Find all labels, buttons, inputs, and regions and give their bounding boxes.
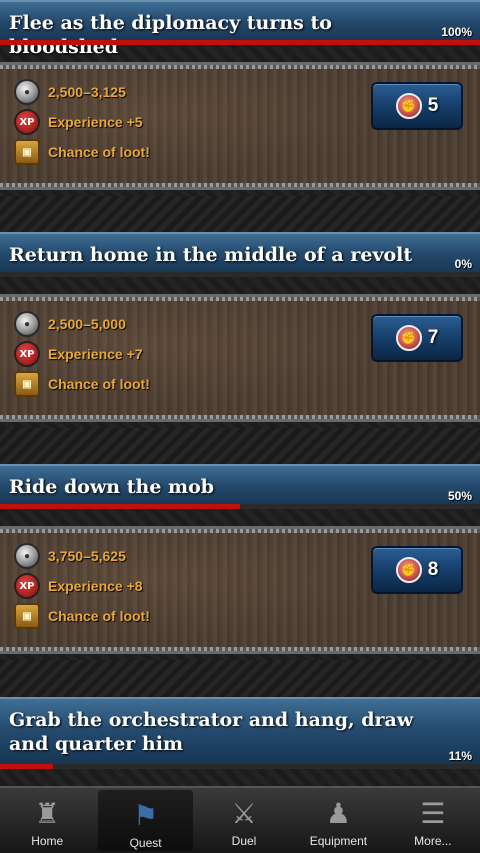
silver-reward: ● 2,500–5,000 [14, 311, 126, 337]
quest-body: ● 2,500–3,125 XP Experience +5 ▣ Chance … [0, 62, 480, 190]
energy-cost: 8 [427, 559, 439, 580]
quest-card: Return home in the middle of a revolt 0%… [0, 232, 480, 422]
experience-reward: XP Experience +5 [14, 109, 143, 135]
quest-progress-fill [0, 40, 480, 45]
bottom-tab-bar: ♜ Home ⚑ Quest ⚔ Duel ♟ Equipment ☰ More… [0, 786, 480, 853]
loot-reward-text: Chance of loot! [48, 376, 150, 392]
silver-reward-text: 2,500–3,125 [48, 84, 126, 100]
flexed-arm-icon: ✊ [395, 93, 422, 119]
xp-badge-icon: XP [14, 573, 40, 599]
quest-header: Ride down the mob 50% [0, 464, 480, 509]
quest-percent: 11% [448, 749, 472, 763]
energy-cost: 5 [427, 95, 439, 116]
quest-progress-fill [0, 764, 53, 769]
divider [0, 196, 480, 236]
list-icon: ☰ [420, 796, 446, 830]
quest-card: Flee as the diplomacy turns to bloodshed… [0, 0, 480, 190]
flag-icon: ⚑ [133, 798, 159, 832]
loot-reward: ▣ Chance of loot! [14, 603, 150, 629]
loot-reward: ▣ Chance of loot! [14, 139, 150, 165]
silver-coin-icon: ● [14, 543, 40, 569]
do-quest-button[interactable]: ✊ 7 [371, 314, 463, 362]
silver-reward-text: 3,750–5,625 [48, 548, 126, 564]
tab-label: More... [414, 834, 452, 848]
quest-card: Ride down the mob 50% ● 3,750–5,625 XP E… [0, 464, 480, 654]
quest-card: Grab the orchestrator and hang, draw and… [0, 697, 480, 769]
treasure-chest-icon: ▣ [14, 139, 40, 165]
xp-badge-icon: XP [14, 341, 40, 367]
silver-coin-icon: ● [14, 79, 40, 105]
do-quest-button[interactable]: ✊ 8 [371, 546, 463, 594]
quest-progress-fill [0, 504, 240, 509]
experience-reward-text: Experience +5 [48, 114, 143, 130]
quest-progress-bar [0, 504, 480, 509]
quest-screen: Flee as the diplomacy turns to bloodshed… [0, 0, 480, 853]
do-quest-button[interactable]: ✊ 5 [371, 82, 463, 130]
quest-body: ● 2,500–5,000 XP Experience +7 ▣ Chance … [0, 294, 480, 422]
silver-reward-text: 2,500–5,000 [48, 316, 126, 332]
quest-header: Return home in the middle of a revolt 0% [0, 232, 480, 277]
silver-reward: ● 2,500–3,125 [14, 79, 126, 105]
quest-title: Ride down the mob [9, 476, 215, 498]
loot-reward-text: Chance of loot! [48, 144, 150, 160]
divider [0, 660, 480, 700]
divider [0, 428, 480, 468]
crossed-swords-icon: ⚔ [231, 796, 257, 830]
helmet-icon: ♟ [325, 796, 351, 830]
quest-body: ● 3,750–5,625 XP Experience +8 ▣ Chance … [0, 526, 480, 654]
quest-header: Flee as the diplomacy turns to bloodshed… [0, 0, 480, 58]
treasure-chest-icon: ▣ [14, 603, 40, 629]
flexed-arm-icon: ✊ [395, 325, 422, 351]
quest-percent: 100% [441, 25, 472, 39]
quest-title: Grab the orchestrator and hang, draw and… [9, 709, 414, 755]
tab-quest[interactable]: ⚑ Quest [98, 790, 193, 851]
tab-equipment[interactable]: ♟ Equipment [291, 788, 385, 853]
loot-reward-text: Chance of loot! [48, 608, 150, 624]
experience-reward: XP Experience +8 [14, 573, 143, 599]
tab-label: Quest [129, 836, 162, 850]
loot-reward: ▣ Chance of loot! [14, 371, 150, 397]
tab-duel[interactable]: ⚔ Duel [197, 788, 291, 853]
quest-percent: 50% [447, 489, 472, 503]
xp-badge-icon: XP [14, 109, 40, 135]
quest-progress-bar [0, 764, 480, 769]
silver-coin-icon: ● [14, 311, 40, 337]
quest-title: Flee as the diplomacy turns to bloodshed [9, 12, 332, 58]
castle-icon: ♜ [34, 796, 60, 830]
tab-label: Home [31, 834, 64, 848]
tab-home[interactable]: ♜ Home [0, 788, 94, 853]
quest-progress-bar [0, 40, 480, 45]
quest-title: Return home in the middle of a revolt [9, 244, 413, 266]
flexed-arm-icon: ✊ [395, 557, 422, 583]
quest-progress-bar [0, 272, 480, 277]
tab-label: Equipment [309, 834, 368, 848]
quest-percent: 0% [454, 257, 472, 271]
tab-more[interactable]: ☰ More... [386, 788, 480, 853]
experience-reward: XP Experience +7 [14, 341, 143, 367]
silver-reward: ● 3,750–5,625 [14, 543, 126, 569]
quest-header: Grab the orchestrator and hang, draw and… [0, 697, 480, 769]
energy-cost: 7 [427, 327, 439, 348]
experience-reward-text: Experience +8 [48, 578, 143, 594]
tab-label: Duel [231, 834, 257, 848]
experience-reward-text: Experience +7 [48, 346, 143, 362]
treasure-chest-icon: ▣ [14, 371, 40, 397]
